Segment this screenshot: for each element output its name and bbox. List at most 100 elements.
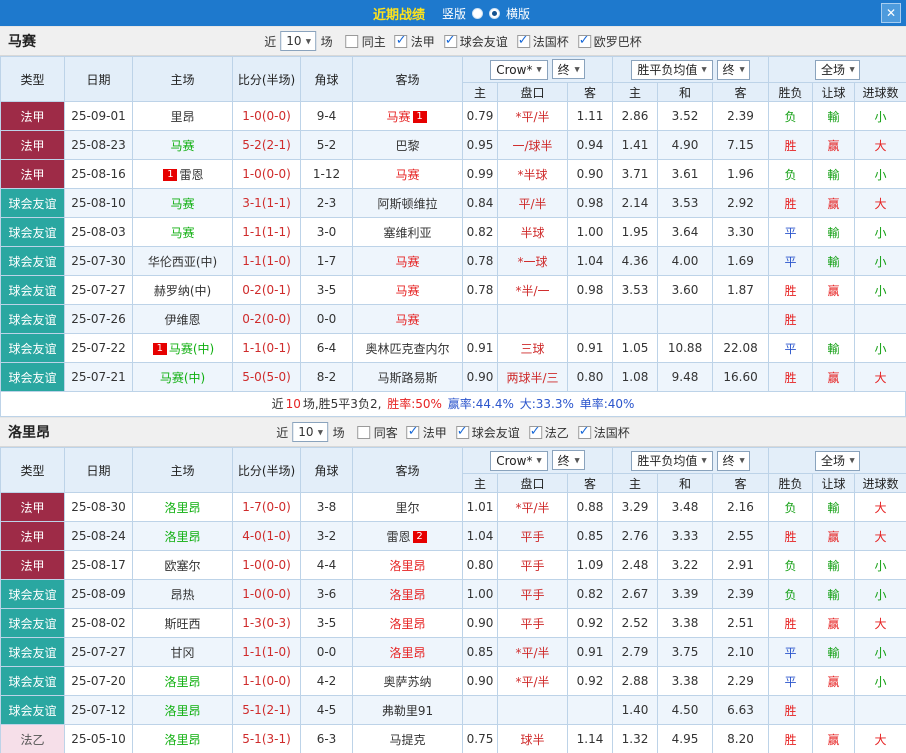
team-name-text: 雷恩 — [179, 168, 203, 182]
cell-odds-home: 0.82 — [463, 218, 498, 247]
cell-corner: 6-3 — [301, 725, 353, 753]
team-name-text: 马赛 — [386, 110, 410, 124]
recent-count-value: 10 — [298, 425, 313, 439]
cell-avg-away: 2.51 — [713, 609, 769, 638]
avg-type-select[interactable]: 胜平负均值 — [631, 60, 712, 80]
filter-checkbox[interactable] — [395, 35, 408, 48]
table-row: 球会友谊25-08-02斯旺西1-3(0-3)3-5洛里昂0.90平手0.922… — [1, 609, 906, 638]
cell-handicap: 平手 — [498, 609, 568, 638]
close-button[interactable]: ✕ — [881, 3, 901, 23]
bookmaker-select[interactable]: Crow* — [490, 60, 547, 80]
cell-home-team: 马赛(中) — [133, 363, 233, 392]
cell-home-team: 赫罗纳(中) — [133, 276, 233, 305]
bookmaker-select-value: Crow* — [496, 454, 532, 468]
cell-score: 5-1(3-1) — [233, 725, 301, 753]
cell-result-handicap: 赢 — [813, 363, 855, 392]
filter-checkbox[interactable] — [456, 426, 469, 439]
cell-result-handicap — [813, 696, 855, 725]
filter-checkbox[interactable] — [578, 426, 591, 439]
cell-odds-home: 1.04 — [463, 522, 498, 551]
col-header-odds-home: 主 — [463, 474, 498, 493]
filter-label: 球会友谊 — [472, 424, 520, 441]
cell-match-type: 球会友谊 — [1, 247, 65, 276]
col-header-result-wdl: 胜负 — [769, 83, 813, 102]
odds-stage-select[interactable]: 终 — [552, 59, 585, 79]
cell-result-wdl: 胜 — [769, 696, 813, 725]
avg-stage-select[interactable]: 终 — [717, 451, 750, 471]
odds-stage-select[interactable]: 终 — [552, 450, 585, 470]
filter-checkbox[interactable] — [529, 426, 542, 439]
filter-checkbox[interactable] — [444, 35, 457, 48]
col-header-result-goals: 进球数 — [855, 83, 906, 102]
filter-checkbox[interactable] — [578, 35, 591, 48]
cell-handicap: *平/半 — [498, 493, 568, 522]
cell-odds-away: 0.98 — [568, 276, 613, 305]
cell-match-type: 球会友谊 — [1, 363, 65, 392]
recent-count-select[interactable]: 10 — [280, 31, 316, 51]
cell-odds-away: 0.98 — [568, 189, 613, 218]
filter-bar: 近 10 场 同主法甲球会友谊法国杯欧罗巴杯 — [262, 31, 644, 51]
cell-odds-home: 0.90 — [463, 609, 498, 638]
cell-result-handicap: 赢 — [813, 131, 855, 160]
col-header-result-handicap: 让球 — [813, 83, 855, 102]
filter-checkbox[interactable] — [517, 35, 530, 48]
team-name-text: 马斯路易斯 — [377, 371, 437, 385]
league-filter-group: 同客法甲球会友谊法乙法国杯 — [349, 424, 630, 441]
filter-checkbox[interactable] — [346, 35, 359, 48]
cell-odds-home: 0.75 — [463, 725, 498, 753]
cell-score: 1-1(0-1) — [233, 334, 301, 363]
cell-date: 25-08-10 — [65, 189, 133, 218]
scope-select-value: 全场 — [821, 452, 845, 469]
cell-score: 1-1(0-0) — [233, 667, 301, 696]
mode-vertical-label[interactable]: 竖版 — [442, 5, 466, 22]
cell-result-handicap: 赢 — [813, 667, 855, 696]
cell-avg-away: 6.63 — [713, 696, 769, 725]
cell-match-type: 法甲 — [1, 493, 65, 522]
bookmaker-select[interactable]: Crow* — [490, 451, 547, 471]
cell-match-type: 法甲 — [1, 131, 65, 160]
cell-handicap: *平/半 — [498, 638, 568, 667]
filter-label: 法甲 — [423, 424, 447, 441]
filter-checkbox[interactable] — [407, 426, 420, 439]
filter-item: 法乙 — [529, 424, 569, 441]
cell-handicap: 半球 — [498, 218, 568, 247]
filter-label: 法国杯 — [533, 33, 569, 50]
mode-horizontal-label[interactable]: 横版 — [506, 5, 530, 22]
cell-result-goals: 大 — [855, 493, 906, 522]
col-header-away: 客场 — [353, 57, 463, 102]
summary-segment: 10 — [286, 397, 301, 411]
avg-type-select[interactable]: 胜平负均值 — [631, 451, 712, 471]
cell-avg-away: 2.39 — [713, 580, 769, 609]
cell-away-team: 马斯路易斯 — [353, 363, 463, 392]
filter-label: 法甲 — [411, 33, 435, 50]
cell-avg-draw: 3.48 — [658, 493, 713, 522]
cell-match-type: 法甲 — [1, 551, 65, 580]
team-name-text: 雷恩 — [386, 530, 410, 544]
cell-avg-home: 3.29 — [613, 493, 658, 522]
cell-result-goals — [855, 305, 906, 334]
mode-horizontal-radio[interactable] — [489, 8, 500, 19]
filter-item: 欧罗巴杯 — [578, 33, 642, 50]
cell-result-wdl: 平 — [769, 334, 813, 363]
scope-select[interactable]: 全场 — [815, 60, 860, 80]
filter-checkbox[interactable] — [358, 426, 371, 439]
cell-avg-away: 7.15 — [713, 131, 769, 160]
recent-count-select[interactable]: 10 — [292, 422, 328, 442]
team-name-text: 甘冈 — [170, 646, 194, 660]
cell-odds-home: 0.78 — [463, 276, 498, 305]
col-header-result-wdl: 胜负 — [769, 474, 813, 493]
mode-vertical-radio[interactable] — [472, 8, 483, 19]
scope-select[interactable]: 全场 — [815, 451, 860, 471]
col-header-type: 类型 — [1, 57, 65, 102]
table-row: 法甲25-08-30洛里昂1-7(0-0)3-8里尔1.01*平/半0.883.… — [1, 493, 906, 522]
cell-result-goals: 小 — [855, 247, 906, 276]
results-table-lorient: 类型 日期 主场 比分(半场) 角球 客场 Crow*终 胜平负均值终 全场 主… — [0, 447, 906, 753]
cell-odds-away: 0.91 — [568, 638, 613, 667]
table-row: 球会友谊25-07-221马赛(中)1-1(0-1)6-4奥林匹克查内尔0.91… — [1, 334, 906, 363]
cell-corner: 6-4 — [301, 334, 353, 363]
cell-avg-away: 1.69 — [713, 247, 769, 276]
filter-item: 同客 — [358, 424, 398, 441]
cell-away-team: 马赛 — [353, 276, 463, 305]
avg-stage-select[interactable]: 终 — [717, 60, 750, 80]
cell-corner: 3-6 — [301, 580, 353, 609]
